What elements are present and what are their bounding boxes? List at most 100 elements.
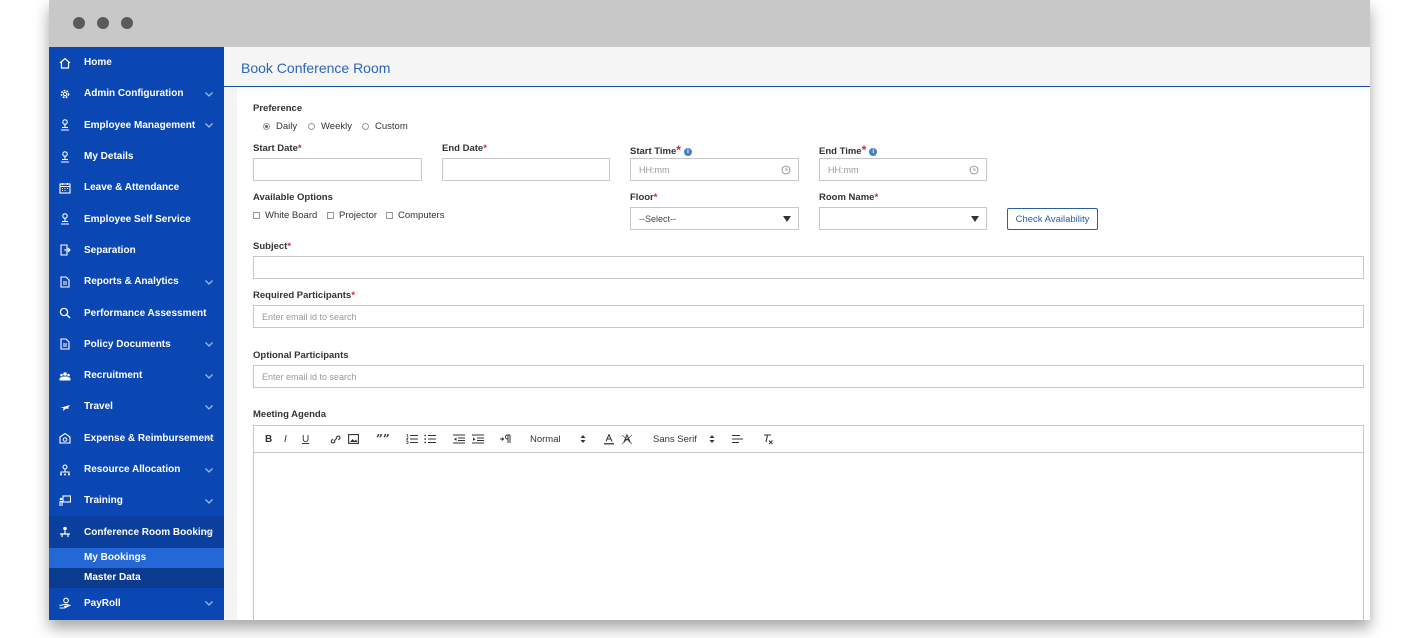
radio-custom[interactable]: Custom [362, 121, 408, 132]
sidebar-item-reports-and-analytics[interactable]: Reports & Analytics [49, 266, 224, 297]
sidebar-item-expense-and-reimbursement[interactable]: Expense & Reimbursement [49, 423, 224, 454]
sidebar-item-label: Conference Room Booking [84, 526, 213, 538]
radio-circle [362, 123, 369, 130]
sidebar-item-label: Resource Allocation [84, 464, 181, 475]
sidebar-item-conference-room-booking[interactable]: Conference Room Booking [49, 516, 224, 548]
sidebar-item-training[interactable]: Training [49, 485, 224, 516]
end-date-input[interactable] [442, 158, 610, 181]
chevron-down-icon [205, 91, 213, 97]
caret-down-icon [971, 216, 979, 222]
sidebar-item-performance-assessment[interactable]: Performance Assessment [49, 297, 224, 328]
outdent-icon[interactable] [453, 433, 465, 445]
group-icon [59, 370, 71, 382]
sidebar-item-home[interactable]: Home [49, 47, 224, 78]
link-icon[interactable] [330, 433, 341, 445]
sidebar-item-employee-management[interactable]: Employee Management [49, 110, 224, 141]
sidebar-item-employee-self-service[interactable]: Employee Self Service [49, 203, 224, 234]
sidebar-item-label: Recruitment [84, 370, 143, 382]
background-color-icon[interactable] [622, 433, 632, 445]
text-color-icon[interactable] [604, 433, 614, 445]
end-date-label: End Date* [442, 143, 487, 154]
conference-icon [59, 526, 71, 538]
ordered-list-icon[interactable] [406, 433, 418, 445]
info-icon: i [869, 148, 878, 156]
image-icon[interactable] [348, 433, 359, 445]
gear-icon [59, 88, 71, 100]
radio-circle [308, 123, 315, 130]
format-select[interactable]: Normal [530, 433, 561, 445]
sidebar-item-label: Policy Documents [84, 338, 171, 350]
title-bar [49, 0, 1370, 47]
sort-arrows-icon [580, 433, 586, 445]
sidebar-item-label: My Details [84, 151, 134, 163]
person-icon [59, 213, 71, 225]
sidebar-item-separation[interactable]: Separation [49, 235, 224, 266]
align-icon[interactable] [732, 433, 743, 445]
person-icon [59, 150, 71, 163]
document-icon [59, 338, 71, 350]
window-close-dot[interactable] [73, 17, 85, 29]
sidebar-item-leave-and-attendance[interactable]: Leave & Attendance [49, 172, 224, 203]
chevron-down-icon [205, 530, 213, 536]
radio-circle [263, 123, 270, 130]
sidebar-item-recruitment[interactable]: Recruitment [49, 360, 224, 391]
page-header: Book Conference Room [224, 47, 1370, 87]
money-icon [59, 432, 71, 444]
start-time-input[interactable]: HH:mm [630, 158, 799, 181]
font-select[interactable]: Sans Serif [653, 433, 697, 445]
editor-toolbar: B I U ”” Normal Sans Serif [253, 425, 1364, 453]
sidebar-item-label: Training [84, 495, 123, 507]
text-direction-icon[interactable] [500, 433, 512, 445]
checkbox-box [253, 212, 260, 219]
optional-participants-input[interactable]: Enter email id to search [253, 365, 1364, 388]
floor-select[interactable]: --Select-- [630, 207, 799, 230]
start-date-input[interactable] [253, 158, 422, 181]
italic-button[interactable]: I [284, 433, 287, 445]
checkbox-projector[interactable]: Projector [327, 210, 377, 221]
booking-form: Preference Daily Weekly Custom Start Dat… [237, 88, 1370, 620]
bold-button[interactable]: B [265, 433, 272, 445]
sidebar-item-label: Separation [84, 244, 136, 256]
sidebar-subitem-master-data[interactable]: Master Data [49, 567, 224, 588]
chevron-down-icon [205, 601, 213, 607]
sidebar-item-label: Reports & Analytics [84, 276, 179, 288]
sidebar-item-label: Travel [84, 401, 113, 413]
window-maximize-dot[interactable] [121, 17, 133, 29]
sidebar-item-resource-allocation[interactable]: Resource Allocation [49, 454, 224, 485]
end-time-input[interactable]: HH:mm [819, 158, 987, 181]
sidebar-item-label: PayRoll [84, 597, 121, 609]
checkbox-white-board[interactable]: White Board [253, 210, 317, 221]
sidebar-subitem-my-bookings[interactable]: My Bookings [49, 547, 224, 568]
window-minimize-dot[interactable] [97, 17, 109, 29]
quote-icon[interactable]: ”” [376, 432, 390, 446]
room-name-select[interactable] [819, 207, 987, 230]
sidebar-item-policy-documents[interactable]: Policy Documents [49, 329, 224, 360]
floor-label: Floor* [630, 192, 658, 203]
sidebar-item-label: Employee Self Service [84, 213, 191, 225]
required-participants-input[interactable]: Enter email id to search [253, 305, 1364, 328]
page-title: Book Conference Room [241, 60, 391, 76]
end-time-label: End Time* i [819, 143, 878, 157]
sidebar-item-label: Performance Assessment [84, 307, 207, 319]
radio-daily[interactable]: Daily [263, 121, 297, 132]
sidebar-item-admin-configuration[interactable]: Admin Configuration [49, 78, 224, 109]
clear-format-icon[interactable] [763, 433, 774, 445]
sidebar-item-payroll[interactable]: PayRoll [49, 588, 224, 619]
agenda-editor[interactable] [253, 453, 1364, 620]
start-time-label: Start Time* i [630, 143, 692, 157]
check-availability-button[interactable]: Check Availability [1007, 208, 1098, 230]
app-window: Home Admin Configuration Employee Manageme… [49, 0, 1370, 620]
indent-icon[interactable] [472, 433, 484, 445]
sidebar-item-label: Home [84, 57, 112, 69]
calendar-icon [59, 182, 71, 194]
chevron-down-icon [205, 279, 213, 285]
bullet-list-icon[interactable] [424, 433, 436, 445]
radio-weekly[interactable]: Weekly [308, 121, 352, 132]
checkbox-computers[interactable]: Computers [386, 210, 444, 221]
subject-input[interactable] [253, 256, 1364, 279]
sidebar-item-my-details[interactable]: My Details [49, 141, 224, 172]
underline-button[interactable]: U [302, 433, 309, 445]
sidebar-item-travel[interactable]: Travel [49, 391, 224, 422]
clock-icon [781, 165, 791, 175]
chevron-down-icon [205, 342, 213, 348]
